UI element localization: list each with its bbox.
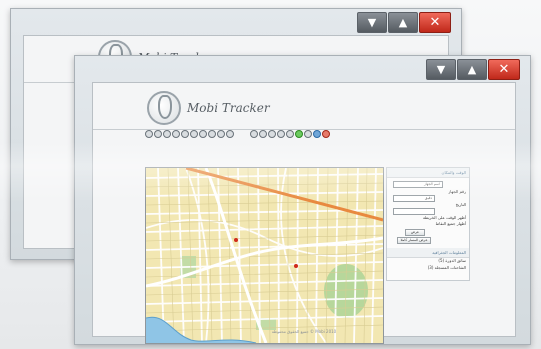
zoom-in-icon[interactable] bbox=[145, 130, 153, 138]
map-toolbar-right bbox=[250, 130, 330, 138]
compass-logo-icon bbox=[147, 91, 181, 125]
close-icon: ✕ bbox=[429, 15, 441, 30]
zoom-box-icon[interactable] bbox=[172, 130, 180, 138]
minimize-icon: ▼ bbox=[436, 63, 446, 76]
panel-header: الوقت والمكان bbox=[387, 168, 469, 178]
select-icon[interactable] bbox=[286, 130, 294, 138]
close-button[interactable]: ✕ bbox=[488, 59, 520, 80]
full-route-button[interactable]: عرض المسار كاملا bbox=[397, 237, 431, 244]
show-on-map-checkbox[interactable]: أظهر الوقت على الخريطة bbox=[423, 215, 466, 220]
footer-copyright: جميع الحقوق محفوظة © Mobi 2010 bbox=[271, 329, 337, 334]
previous-view-icon[interactable] bbox=[190, 130, 198, 138]
maximize-button[interactable]: ▲ bbox=[457, 59, 487, 80]
map-toolbar-left bbox=[145, 130, 234, 138]
info-icon[interactable] bbox=[313, 130, 321, 138]
maximize-icon: ▲ bbox=[398, 16, 408, 29]
app-title: Mobi Tracker bbox=[187, 101, 270, 115]
measure-icon[interactable] bbox=[217, 130, 225, 138]
add-point-icon[interactable] bbox=[295, 130, 303, 138]
pan-icon[interactable] bbox=[163, 130, 171, 138]
minimize-button[interactable]: ▼ bbox=[426, 59, 456, 80]
geo-section-header: المعلومات الجغرافية bbox=[387, 248, 469, 258]
device-number-label: رقم الجهاز bbox=[448, 189, 466, 194]
refresh-icon[interactable] bbox=[277, 130, 285, 138]
vehicle-marker bbox=[234, 238, 238, 242]
app-logo: Mobi Tracker bbox=[147, 91, 270, 125]
search-icon[interactable] bbox=[250, 130, 258, 138]
print-icon[interactable] bbox=[226, 130, 234, 138]
identify-icon[interactable] bbox=[208, 130, 216, 138]
geo-item-drivers[interactable]: سائق الدورة (5) bbox=[438, 258, 466, 263]
window-titlebar[interactable]: ▼ ▲ ✕ bbox=[75, 56, 530, 82]
date-field[interactable] bbox=[393, 208, 435, 215]
tracking-panel: الوقت والمكان اسم الجهاز رقم الجهاز دقيق… bbox=[386, 167, 470, 281]
close-button[interactable]: ✕ bbox=[419, 12, 451, 33]
zoom-icon[interactable] bbox=[259, 130, 267, 138]
show-all-checkbox[interactable]: أظهار جميع النقاط bbox=[436, 221, 466, 226]
close-icon: ✕ bbox=[498, 62, 510, 77]
time-select[interactable]: دقيق bbox=[393, 195, 435, 202]
clear-icon[interactable] bbox=[322, 130, 330, 138]
vehicle-marker bbox=[294, 264, 298, 268]
show-button[interactable]: عرض bbox=[405, 229, 425, 236]
foreground-window: ▼ ▲ ✕ Mobi Tracker الوقت والمكان اسم الج… bbox=[74, 55, 531, 345]
map-canvas bbox=[146, 168, 383, 343]
next-view-icon[interactable] bbox=[199, 130, 207, 138]
window-titlebar[interactable]: ▼ ▲ ✕ bbox=[11, 9, 461, 35]
window-controls: ▼ ▲ ✕ bbox=[356, 12, 451, 33]
geo-item-trucks[interactable]: الشاحنات المسجلة (3) bbox=[428, 265, 466, 270]
maximize-icon: ▲ bbox=[467, 63, 477, 76]
minimize-icon: ▼ bbox=[367, 16, 377, 29]
device-select[interactable]: اسم الجهاز bbox=[393, 181, 443, 188]
hand-icon[interactable] bbox=[268, 130, 276, 138]
zoom-out-icon[interactable] bbox=[154, 130, 162, 138]
city-map[interactable] bbox=[145, 167, 384, 344]
window-content: Mobi Tracker bbox=[92, 82, 516, 344]
zoom-extent-icon[interactable] bbox=[181, 130, 189, 138]
minimize-button[interactable]: ▼ bbox=[357, 12, 387, 33]
layers-icon[interactable] bbox=[304, 130, 312, 138]
window-controls: ▼ ▲ ✕ bbox=[425, 59, 520, 80]
date-label: التاريخ bbox=[455, 202, 466, 207]
maximize-button[interactable]: ▲ bbox=[388, 12, 418, 33]
